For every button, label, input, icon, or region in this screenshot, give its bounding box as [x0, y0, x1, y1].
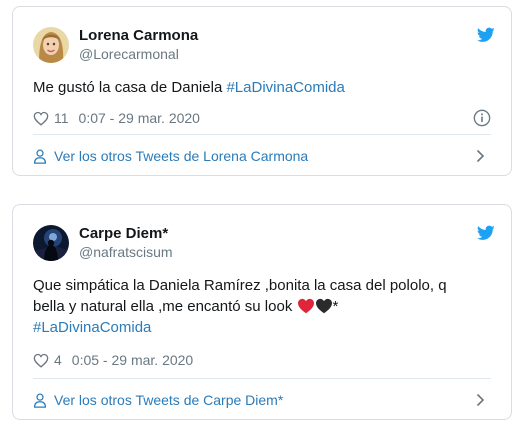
tweet-text-body: *: [332, 298, 339, 315]
divider: [33, 134, 491, 135]
tweet-timestamp[interactable]: 0:05 - 29 mar. 2020: [72, 352, 193, 368]
tweet-text-body: bella y natural ella ,me encantó su look: [33, 298, 297, 315]
hashtag-link[interactable]: #LaDivinaComida: [226, 79, 344, 96]
tweet-meta: 11 0:07 - 29 mar. 2020: [33, 108, 491, 128]
tweet-text: Me gustó la casa de Daniela #LaDivinaCom…: [33, 77, 491, 98]
author-name[interactable]: Lorena Carmona: [79, 27, 198, 44]
avatar[interactable]: [33, 225, 69, 261]
tweet-timestamp[interactable]: 0:07 - 29 mar. 2020: [79, 110, 200, 126]
person-icon: [33, 393, 47, 408]
info-icon[interactable]: [473, 109, 491, 127]
view-more-tweets-link[interactable]: Ver los otros Tweets de Lorena Carmona: [33, 136, 491, 175]
tweet-text-line: Que simpática la Daniela Ramírez ,bonita…: [33, 277, 447, 294]
tweet-card: Lorena Carmona @Lorecarmonal Me gustó la…: [12, 6, 512, 176]
tweet-text: Que simpática la Daniela Ramírez ,bonita…: [33, 275, 491, 338]
heart-icon[interactable]: [33, 353, 49, 368]
tweet-text-line: bella y natural ella ,me encantó su look…: [33, 296, 491, 317]
heart-icon[interactable]: [33, 111, 49, 126]
chevron-right-icon[interactable]: [476, 393, 485, 407]
tweet-card: Carpe Diem* @nafratscisum Que simpática …: [12, 204, 512, 420]
chevron-right-icon[interactable]: [476, 149, 485, 163]
view-more-tweets-label[interactable]: Ver los otros Tweets de Lorena Carmona: [54, 148, 308, 164]
author-handle[interactable]: @nafratscisum: [79, 244, 173, 260]
tweet-text-body: Me gustó la casa de Daniela: [33, 79, 227, 96]
avatar[interactable]: [33, 27, 69, 63]
like-count[interactable]: 11: [54, 110, 69, 126]
hashtag-link[interactable]: #LaDivinaComida: [33, 319, 151, 336]
twitter-bird-icon[interactable]: [477, 27, 495, 43]
author-handle[interactable]: @Lorecarmonal: [79, 46, 179, 62]
twitter-bird-icon[interactable]: [477, 225, 495, 241]
tweet-header: Lorena Carmona @Lorecarmonal: [13, 7, 511, 69]
red-heart-emoji-icon: [297, 298, 314, 314]
view-more-tweets-link[interactable]: Ver los otros Tweets de Carpe Diem*: [33, 380, 491, 419]
author-name[interactable]: Carpe Diem*: [79, 225, 168, 242]
like-count[interactable]: 4: [54, 352, 62, 368]
person-icon: [33, 149, 47, 164]
black-heart-emoji-icon: [315, 298, 332, 314]
divider: [33, 378, 491, 379]
tweet-header: Carpe Diem* @nafratscisum: [13, 205, 511, 267]
tweet-meta: 4 0:05 - 29 mar. 2020: [33, 350, 491, 370]
view-more-tweets-label[interactable]: Ver los otros Tweets de Carpe Diem*: [54, 392, 283, 408]
